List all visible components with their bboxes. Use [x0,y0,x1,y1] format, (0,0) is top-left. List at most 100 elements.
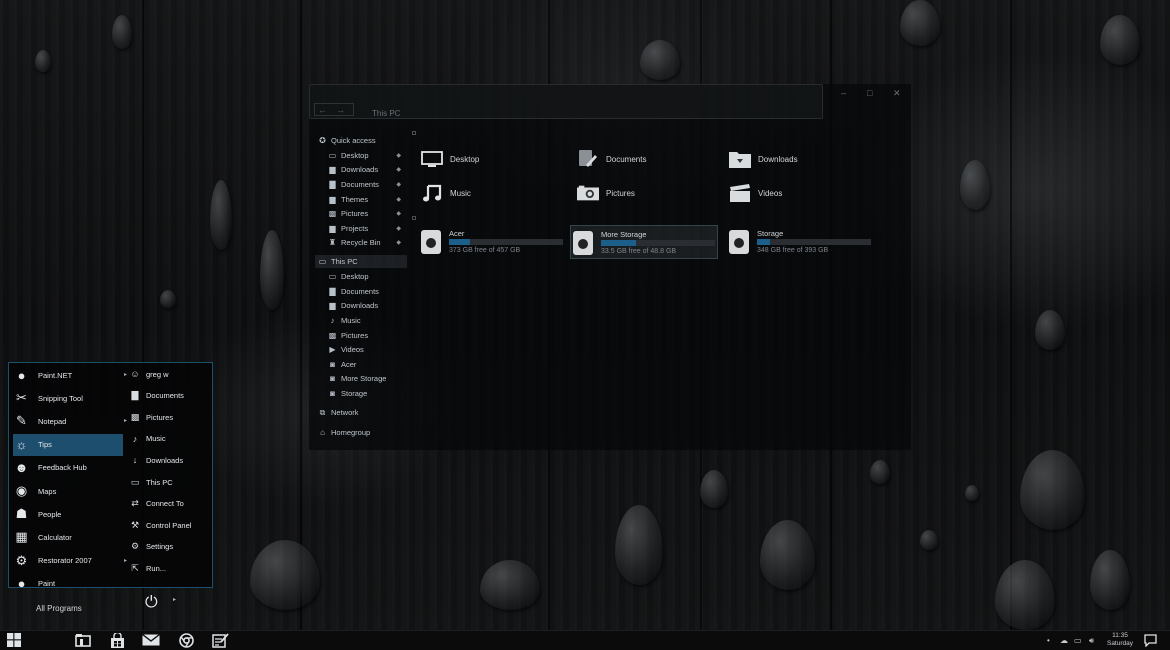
downloads-folder-icon: ▆ [329,301,336,310]
app-item-snipping-tool[interactable]: ✂ Snipping Tool [13,387,123,409]
place-item-connect-to[interactable]: ⇄ Connect To [128,495,184,513]
place-item-downloads[interactable]: ↓ Downloads [128,451,183,469]
app-item-notepad[interactable]: ✎ Notepad [13,410,123,432]
sidebar-item-downloads[interactable]: ▆ Downloads [315,299,407,312]
windows-start-icon[interactable] [5,632,23,648]
maximize-button[interactable]: □ [867,88,872,98]
close-button[interactable]: ✕ [893,88,901,99]
power-icon[interactable]: ⏻ [145,594,158,612]
folder-tile-pictures[interactable]: Pictures [577,180,635,206]
app-item-restorator-2007[interactable]: ⚙ Restorator 2007 [13,550,123,572]
app-item-calculator[interactable]: ▦ Calculator [13,526,123,548]
cloud-icon[interactable]: ☁ [1060,636,1068,645]
taskbar-clock[interactable]: 11:35 Saturday [1103,632,1137,648]
sidebar-item-label: Music [341,316,361,325]
app-label: Tips [38,440,52,450]
app-item-feedback-hub[interactable]: ☻ Feedback Hub [13,457,123,479]
sidebar-item-recycle-bin[interactable]: ♜ Recycle Bin ◆ [315,236,407,249]
app-item-paint[interactable]: ● Paint [13,573,123,595]
folder-tile-desktop[interactable]: Desktop [421,146,479,172]
app-item-paint-net[interactable]: ● Paint.NET [13,364,123,386]
sidebar-item-music[interactable]: ♪ Music [315,314,407,327]
power-options-arrow-icon[interactable]: ▸ [173,596,176,603]
sidebar-item-documents[interactable]: ▇ Documents ◆ [315,178,407,191]
submenu-arrow-icon[interactable]: ▸ [124,371,127,378]
drive-usage-bar [449,239,563,245]
drive-tile-acer[interactable]: Acer 373 GB free of 457 GB [419,225,567,259]
pin-icon: ◆ [396,226,401,232]
forward-button[interactable]: → [336,105,345,115]
sidebar-item-label: Acer [341,360,357,369]
network-icon[interactable]: ▭ [1074,636,1082,645]
sidebar-item-label: Homegroup [331,428,371,437]
submenu-arrow-icon[interactable]: ▸ [124,557,127,564]
place-item-music[interactable]: ♪ Music [128,430,166,448]
place-item-this-pc[interactable]: ▭ This PC [128,473,173,491]
drive-usage-fill [449,239,470,245]
place-item-greg-w[interactable]: ☺ greg w [128,365,168,383]
file-explorer-icon[interactable] [74,632,92,648]
store-icon[interactable] [108,632,126,648]
maps-icon: ◉ [15,483,28,498]
drive-tile-storage[interactable]: Storage 348 GB free of 393 GB [727,225,875,259]
sidebar-item-label: Downloads [341,165,379,174]
drive-icon [729,230,749,254]
network-icon: ⧉ [319,407,326,417]
pictures-icon: ▩ [130,411,140,422]
sidebar-item-projects[interactable]: ▆ Projects ◆ [315,222,407,235]
all-programs-button[interactable]: All Programs [36,604,82,613]
place-label: Music [146,434,166,444]
sidebar-item-network[interactable]: ⧉ Network [315,406,407,419]
browser-icon[interactable] [177,632,195,648]
sidebar-item-homegroup[interactable]: ⌂ Homegroup [315,426,407,439]
sidebar-item-quick-access[interactable]: ✪ Quick access [315,134,407,147]
drive-tile-more-storage[interactable]: More Storage 33.5 GB free of 48.8 GB [570,225,718,259]
sidebar-item-videos[interactable]: ▶ Videos [315,343,407,356]
folder-tile-downloads[interactable]: Downloads [729,146,798,172]
folder-tile-music[interactable]: Music [421,180,471,206]
sidebar-item-desktop[interactable]: ▭ Desktop [315,270,407,283]
app-item-maps[interactable]: ◉ Maps [13,480,123,502]
place-item-settings[interactable]: ⚙ Settings [128,538,173,556]
place-label: Run... [146,563,167,573]
minimize-button[interactable]: – [841,88,846,98]
sidebar-item-storage[interactable]: ◙ Storage [315,387,407,400]
pin-icon: ◆ [396,182,401,188]
homegroup-icon: ⌂ [320,428,325,437]
back-button[interactable]: ← [318,105,327,115]
sidebar-item-acer[interactable]: ◙ Acer [315,358,407,371]
place-label: Settings [146,542,174,552]
mail-icon[interactable] [142,632,160,648]
pictures-icon: ▩ [328,209,337,218]
sidebar-item-pictures[interactable]: ▩ Pictures [315,329,407,342]
desktop-icon [421,149,443,169]
submenu-arrow-icon[interactable]: ▸ [124,417,127,424]
sidebar-item-documents[interactable]: ▇ Documents [315,285,407,298]
sidebar-item-downloads[interactable]: ▆ Downloads ◆ [315,163,407,176]
folder-tile-documents[interactable]: Documents [577,146,646,172]
action-center-icon[interactable] [1141,632,1159,648]
notes-icon[interactable] [211,632,229,648]
place-item-documents[interactable]: ▇ Documents [128,387,184,405]
volume-icon[interactable]: 🔊︎ [1089,636,1094,646]
app-label: People [38,509,62,519]
gear-icon: ⚙ [130,541,140,552]
app-label: Calculator [38,532,72,542]
app-label: Feedback Hub [38,463,87,473]
sidebar-item-this-pc[interactable]: ▭ This PC [315,255,407,268]
sidebar-item-desktop[interactable]: ▭ Desktop ◆ [315,149,407,162]
folder-tile-videos[interactable]: Videos [729,180,782,206]
app-item-people[interactable]: ☗ People [13,503,123,525]
user-icon: ☺ [130,369,140,379]
app-item-tips[interactable]: ☼ Tips [13,433,123,456]
pin-icon: ◆ [396,153,401,159]
sidebar-item-more-storage[interactable]: ◙ More Storage [315,372,407,385]
downloads-folder-icon [729,149,751,169]
place-item-control-panel[interactable]: ⚒ Control Panel [128,516,192,534]
notification-chevron-icon[interactable]: • [1047,636,1050,645]
place-item-run-[interactable]: ⇱ Run... [128,559,166,577]
sidebar-item-pictures[interactable]: ▩ Pictures ◆ [315,207,407,220]
title-bar[interactable]: ← → This PC [309,84,823,119]
place-item-pictures[interactable]: ▩ Pictures [128,408,173,426]
sidebar-item-themes[interactable]: ▆ Themes ◆ [315,193,407,206]
